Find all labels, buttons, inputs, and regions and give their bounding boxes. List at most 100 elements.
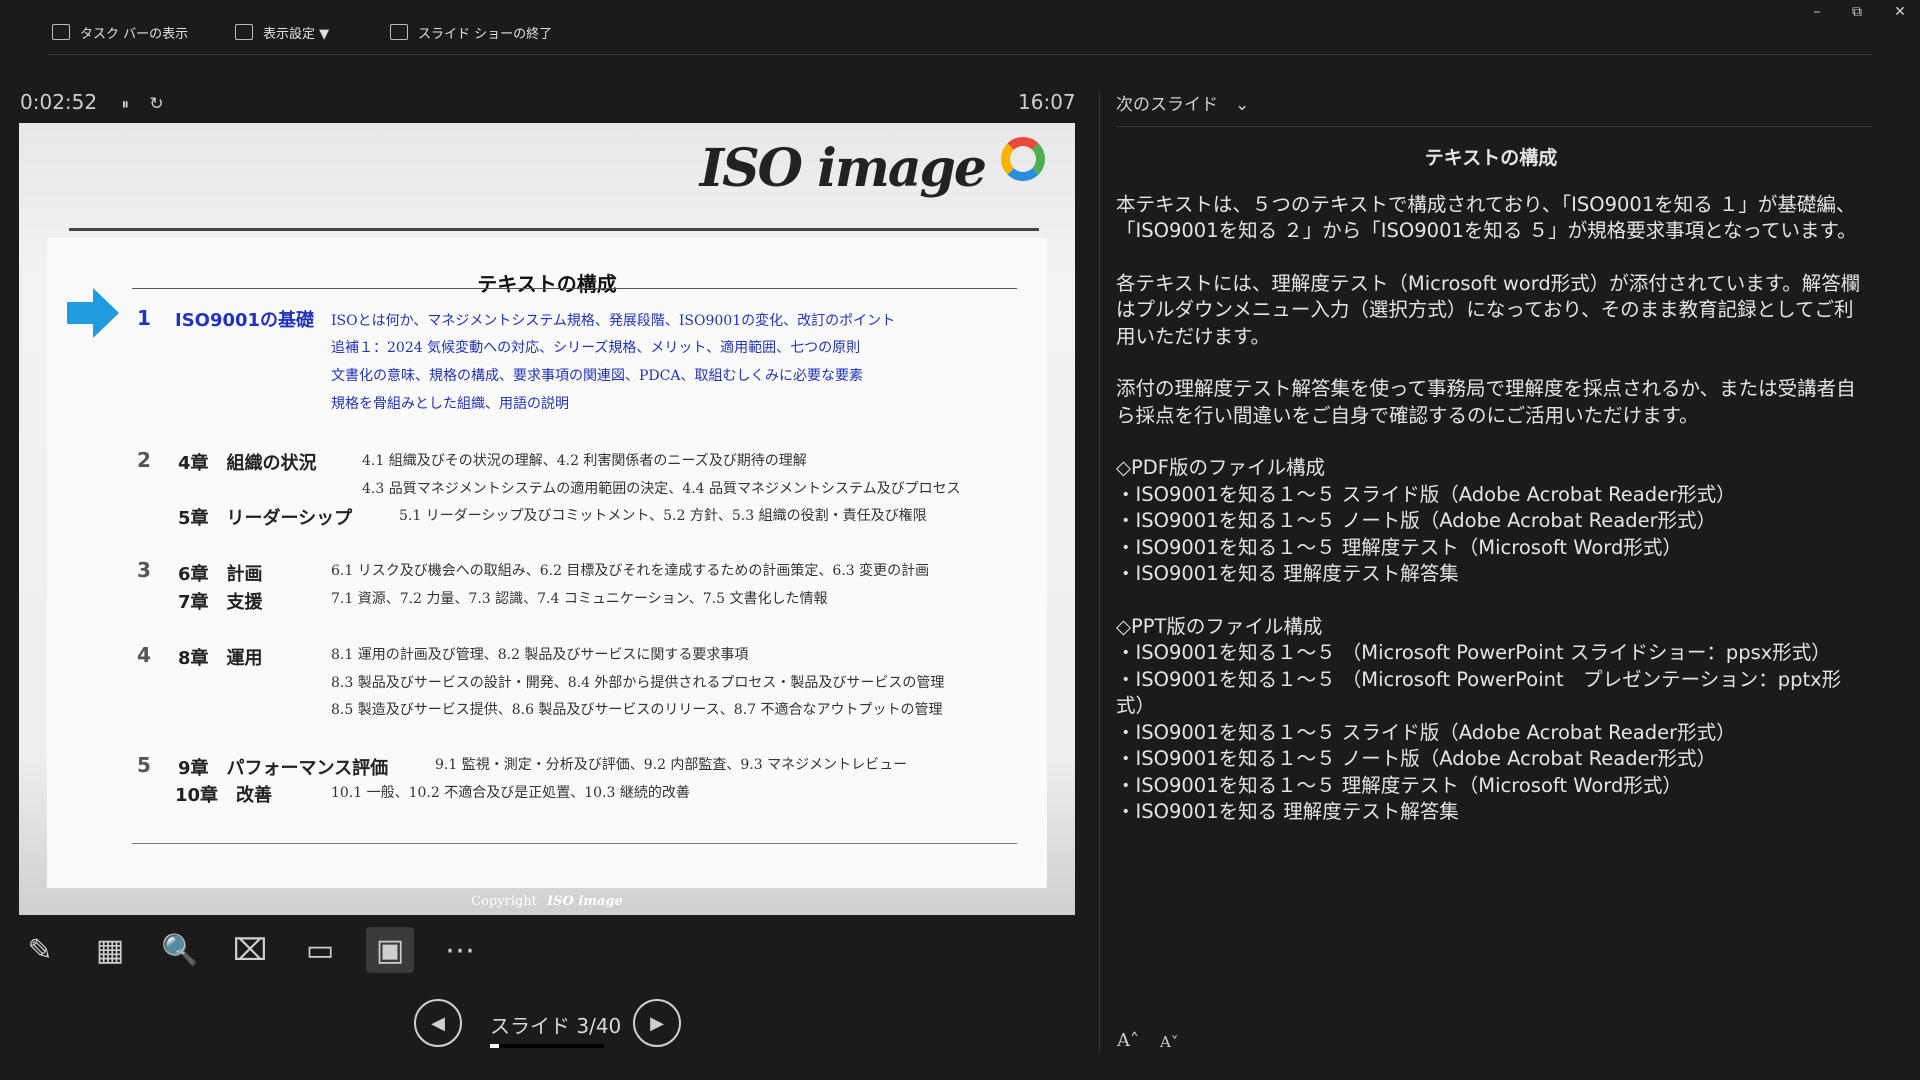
camera-button[interactable]: ▣	[366, 927, 414, 973]
pdf-section-header: ◇PDF版のファイル構成	[1116, 456, 1325, 479]
chapter-desc: 8.5 製造及びサービス提供、8.6 製品及びサービスのリリース、8.7 不適合…	[331, 702, 943, 718]
chapter-title: 5章 リーダーシップ	[178, 508, 353, 529]
row-number: 1	[137, 306, 151, 330]
decrease-font-button[interactable]: A˅	[1160, 1033, 1178, 1051]
black-screen-button[interactable]: ⌧	[226, 927, 274, 973]
slide-counter[interactable]: スライド 3/40	[490, 1010, 621, 1039]
chapter-title: 9章 パフォーマンス評価	[178, 758, 389, 779]
title-underline	[132, 288, 1017, 289]
chapter-desc: ISOとは何か、マネジメントシステム規格、発展段階、ISO9001の変化、改訂の…	[331, 313, 896, 329]
pdf-file-list: ・ISO9001を知る１～５ スライド版（Adobe Acrobat Reade…	[1116, 482, 1866, 588]
row-number: 2	[137, 448, 151, 472]
display-settings-label: 表示設定 ▼	[263, 26, 330, 42]
subtitles-button[interactable]: ▭	[296, 927, 344, 973]
elapsed-timer: 0:02:52 ⏸ ↻	[20, 90, 164, 114]
chapter-desc: 4.1 組織及びその状況の理解、4.2 利害関係者のニーズ及び期待の理解	[362, 453, 807, 469]
chapter-desc: 5.1 リーダーシップ及びコミットメント、5.2 方針、5.3 組織の役割・責任…	[399, 508, 927, 524]
slide-title: テキストの構成	[477, 272, 617, 296]
restore-button[interactable]: ⧉	[1845, 4, 1869, 20]
pen-tool-button[interactable]: ✎	[16, 927, 64, 973]
notes-paragraph: 添付の理解度テスト解答集を使って事務局で理解度を採点されるか、または受講者自ら採…	[1116, 377, 1856, 427]
see-all-slides-icon: ▦	[95, 932, 125, 968]
file-list-item: ・ISO9001を知る１～５ スライド版（Adobe Acrobat Reade…	[1116, 482, 1736, 506]
increase-font-button[interactable]: A˄	[1117, 1030, 1139, 1051]
file-list-item: ・ISO9001を知る１～５ （Microsoft PowerPoint スライ…	[1116, 641, 1831, 664]
chapter-title: ISO9001の基礎	[175, 310, 315, 331]
reset-timer-icon[interactable]: ↻	[149, 94, 163, 114]
next-slide-dropdown[interactable]: 次のスライド ⌄	[1116, 90, 1249, 115]
end-slideshow-label: スライド ショーの終了	[418, 26, 553, 42]
zoom-icon: 🔍	[161, 932, 199, 968]
chapter-desc: 6.1 リスク及び機会への取組み、6.2 目標及びそれを達成するための計画策定、…	[331, 563, 930, 579]
chapter-desc: 7.1 資源、7.2 力量、7.3 認識、7.4 コミュニケーション、7.5 文…	[331, 591, 828, 607]
chapter-title: 6章 計画	[178, 564, 263, 585]
file-list-item: ・ISO9001を知る１～５ 理解度テスト（Microsoft Word形式）	[1116, 773, 1682, 797]
notes-paragraph: 各テキストには、理解度テスト（Microsoft word形式）が添付されていま…	[1116, 271, 1861, 348]
previous-icon: ◀	[431, 1012, 445, 1034]
notes-title: テキストの構成	[1424, 147, 1558, 169]
file-list-item: ・ISO9001を知る１～５ 理解度テスト（Microsoft Word形式）	[1116, 535, 1682, 559]
chapter-desc: 10.1 一般、10.2 不適合及び是正処置、10.3 継続的改善	[331, 785, 690, 801]
copyright-logo: ISO image	[547, 894, 623, 909]
slide-progress-bar	[490, 1044, 604, 1048]
pane-divider[interactable]	[1099, 92, 1100, 1052]
row-number: 5	[137, 753, 151, 777]
next-icon: ▶	[650, 1012, 664, 1034]
elapsed-time: 0:02:52	[20, 90, 98, 114]
minimize-button[interactable]: –	[1805, 4, 1829, 20]
chapter-title: 4章 組織の状況	[178, 453, 317, 474]
current-time: 16:07	[1018, 90, 1076, 114]
end-slideshow-button[interactable]: スライド ショーの終了	[390, 20, 552, 44]
zoom-button[interactable]: 🔍	[156, 927, 204, 973]
current-arrow-icon	[67, 288, 119, 338]
chapter-desc: 8.3 製品及びサービスの設計・開発、8.4 外部から提供されるプロセス・製品及…	[331, 675, 945, 691]
slide-rule	[69, 228, 1039, 231]
chapter-desc: 9.1 監視・測定・分析及び評価、9.2 内部監査、9.3 マネジメントレビュー	[435, 757, 908, 773]
speaker-notes[interactable]: テキストの構成 本テキストは、５つのテキストで構成されており、「ISO9001を…	[1116, 145, 1866, 826]
see-all-slides-button[interactable]: ▦	[86, 927, 134, 973]
pen-tool-icon: ✎	[27, 932, 53, 968]
file-list-item: ・ISO9001を知る１～５ ノート版（Adobe Acrobat Reader…	[1116, 509, 1717, 532]
file-list-item: ・ISO9001を知る１～５ （Microsoft PowerPoint プレゼ…	[1116, 667, 1842, 718]
file-list-item: ・ISO9001を知る 理解度テスト解答集	[1116, 562, 1459, 585]
slide-content-panel: テキストの構成 1 ISO9001の基礎 ISOとは何か、マネジメントシステム規…	[47, 238, 1047, 888]
display-settings-icon	[235, 24, 253, 40]
chapter-title: 8章 運用	[178, 648, 263, 669]
row-number: 4	[137, 643, 151, 667]
file-list-item: ・ISO9001を知る１～５ スライド版（Adobe Acrobat Reade…	[1116, 720, 1736, 744]
ppt-section-header: ◇PPT版のファイル構成	[1116, 614, 1323, 638]
more-options-icon: ⋯	[445, 932, 475, 968]
chapter-desc: 文書化の意味、規格の構成、要求事項の関連図、PDCA、取組むしくみに必要な要素	[331, 368, 864, 384]
slide-copyright: Copyright ISO image	[19, 894, 1075, 909]
notes-paragraph: 本テキストは、５つのテキストで構成されており、「ISO9001を知る １」が基礎…	[1116, 192, 1857, 243]
slide-logo: ISO image	[699, 138, 987, 199]
black-screen-icon: ⌧	[232, 932, 268, 968]
show-taskbar-label: タスク バーの表示	[80, 26, 189, 42]
chapter-title: 7章 支援	[178, 592, 263, 613]
chapter-title: 10章 改善	[175, 785, 273, 806]
camera-icon: ▣	[375, 932, 405, 968]
chapter-desc: 規格を骨組みとした組織、用語の説明	[331, 396, 569, 412]
more-options-button[interactable]: ⋯	[436, 927, 484, 973]
file-list-item: ・ISO9001を知る 理解度テスト解答集	[1116, 800, 1459, 823]
chapter-desc: 4.3 品質マネジメントシステムの適用範囲の決定、4.4 品質マネジメントシステ…	[362, 481, 961, 497]
slide-progress-fill	[490, 1044, 499, 1048]
taskbar-icon	[52, 24, 70, 40]
end-slideshow-icon	[390, 24, 408, 40]
bottom-rule	[132, 843, 1017, 844]
ppt-file-list: ・ISO9001を知る１～５ （Microsoft PowerPoint スライ…	[1116, 640, 1866, 826]
show-taskbar-button[interactable]: タスク バーの表示	[52, 20, 188, 44]
copyright-text: Copyright	[471, 894, 537, 909]
toolbar-divider	[48, 54, 1872, 55]
logo-ring-icon	[1001, 137, 1045, 181]
row-number: 3	[137, 558, 151, 582]
close-button[interactable]: ✕	[1888, 4, 1912, 20]
subtitles-icon: ▭	[305, 932, 335, 968]
notes-header-rule	[1116, 126, 1872, 127]
pause-icon[interactable]: ⏸	[121, 95, 129, 113]
next-slide-button[interactable]: ▶	[633, 999, 681, 1047]
display-settings-button[interactable]: 表示設定 ▼	[235, 20, 329, 44]
current-slide[interactable]: ISO image テキストの構成 1 ISO9001の基礎 ISOとは何か、マ…	[19, 123, 1075, 915]
previous-slide-button[interactable]: ◀	[414, 999, 462, 1047]
chapter-desc: 追補１：2024 気候変動への対応、シリーズ規格、メリット、適用範囲、七つの原則	[331, 340, 861, 356]
